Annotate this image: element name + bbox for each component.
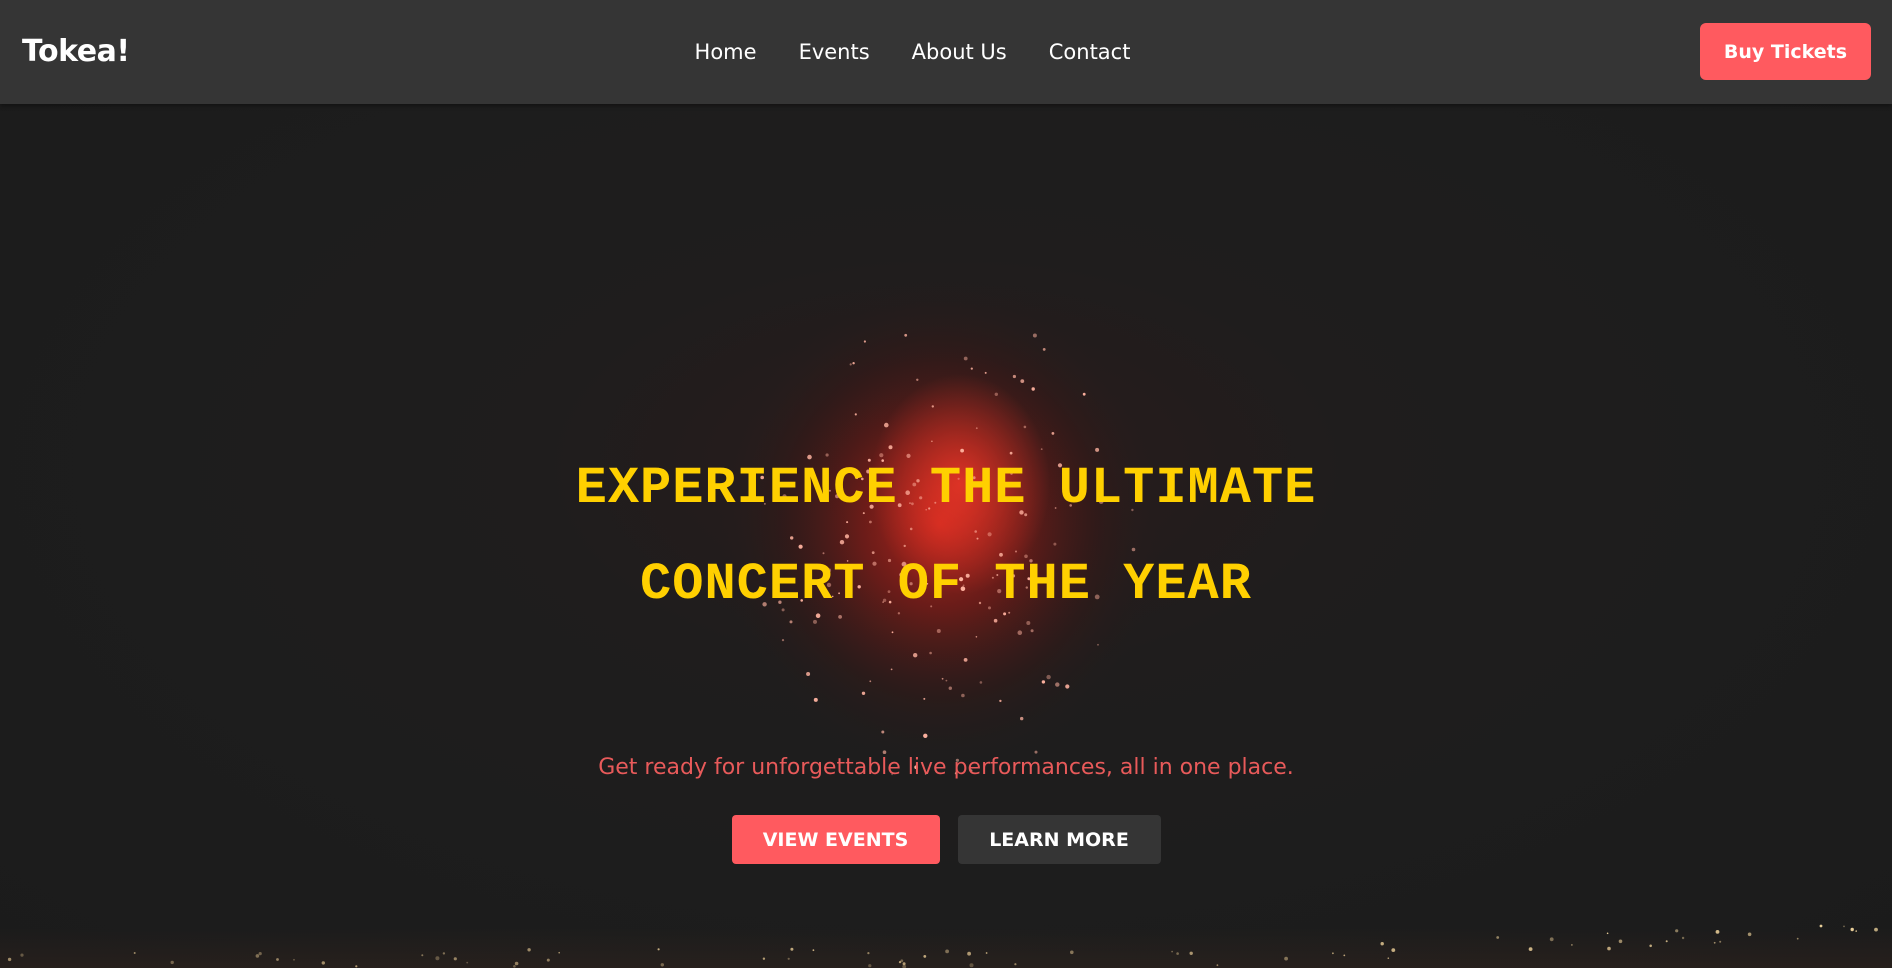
learn-more-button[interactable]: LEARN MORE [957,815,1161,864]
nav-link-events[interactable]: Events [799,40,870,64]
buy-tickets-button[interactable]: Buy Tickets [1700,23,1871,80]
city-lights-horizon [0,928,1892,968]
view-events-button[interactable]: VIEW EVENTS [731,815,940,864]
hero-title-line-1: EXPERIENCE THE ULTIMATE [575,459,1317,518]
hero-actions: VIEW EVENTS LEARN MORE [0,815,1892,864]
main-nav: Home Events About Us Contact [0,0,1825,104]
navbar: Tokea! Home Events About Us Contact Buy … [0,0,1892,104]
nav-link-home[interactable]: Home [695,40,757,64]
hero-section: EXPERIENCE THE ULTIMATE CONCERT OF THE Y… [0,104,1892,968]
hero-title-line-2: CONCERT OF THE YEAR [640,555,1252,614]
hero-subtitle: Get ready for unforgettable live perform… [598,755,1294,780]
hero-title: EXPERIENCE THE ULTIMATE CONCERT OF THE Y… [0,441,1892,633]
nav-link-about-us[interactable]: About Us [912,40,1007,64]
nav-link-contact[interactable]: Contact [1049,40,1131,64]
